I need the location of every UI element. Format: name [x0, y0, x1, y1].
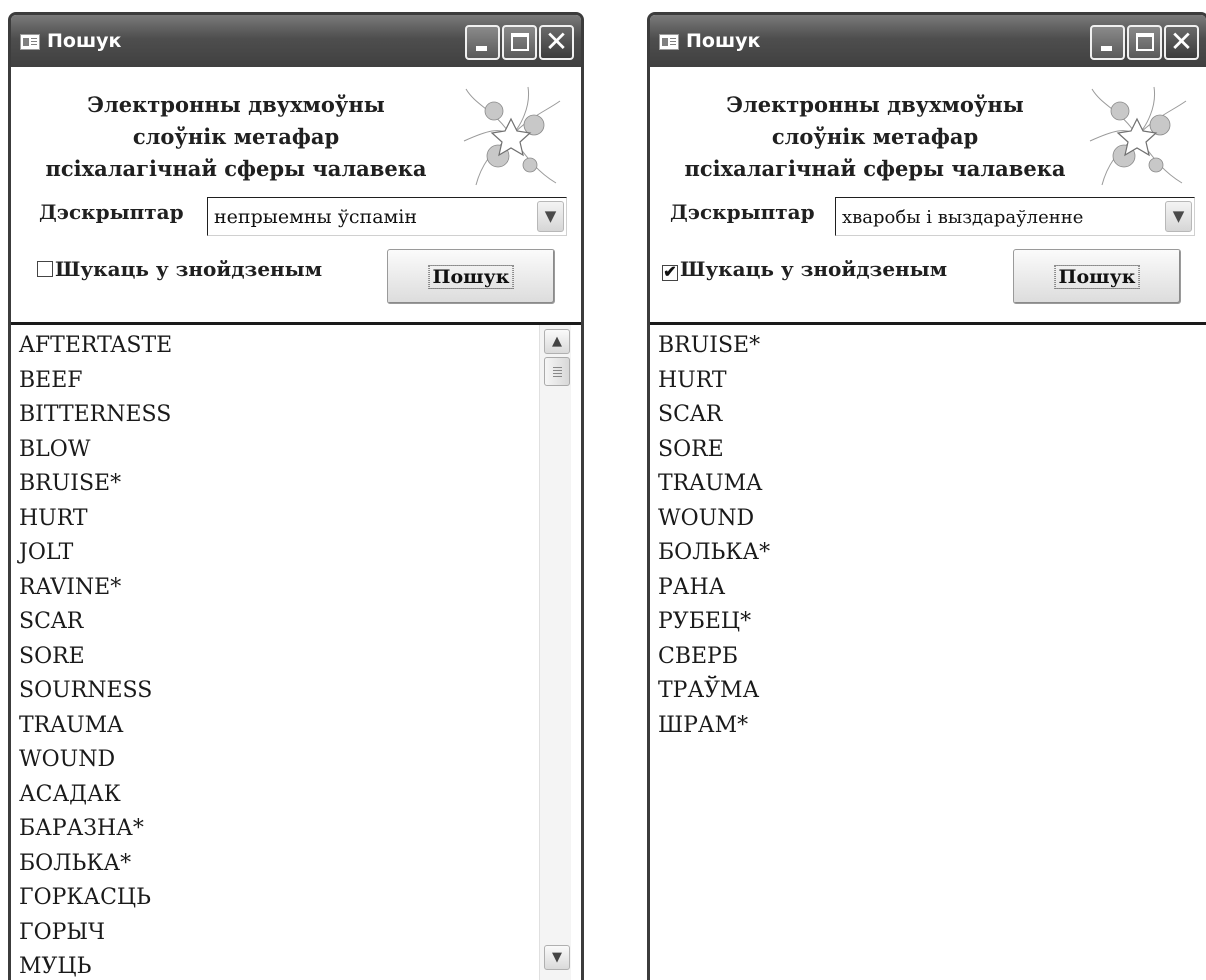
search-window-left: Пошук ✕ Электронны двухмоўны слоўнік мет… — [8, 12, 584, 980]
list-item[interactable]: TRAUMA — [658, 467, 1166, 502]
close-button[interactable]: ✕ — [1164, 25, 1199, 60]
list-item[interactable]: БОЛЬКА* — [19, 847, 541, 882]
chevron-down-icon[interactable]: ▼ — [1165, 201, 1192, 232]
checkbox-box[interactable]: ✔ — [662, 264, 678, 281]
list-item[interactable]: WOUND — [658, 502, 1166, 537]
search-button[interactable]: Пошук — [1013, 249, 1181, 304]
search-within-results-checkbox[interactable]: ✔ Шукаць у знойдзеным — [662, 257, 947, 281]
minimize-button[interactable] — [465, 25, 500, 60]
window-title: Пошук — [47, 30, 122, 52]
descriptor-label: Дэскрыптар — [39, 200, 184, 224]
list-item[interactable]: BITTERNESS — [19, 398, 541, 433]
maximize-button[interactable] — [1127, 25, 1162, 60]
list-item[interactable]: ШРАМ* — [658, 709, 1166, 744]
list-item[interactable]: МУЦЬ — [19, 950, 541, 980]
floral-ornament-icon — [463, 86, 561, 186]
search-button[interactable]: Пошук — [387, 249, 555, 304]
form-icon — [20, 34, 40, 50]
descriptor-dropdown[interactable]: хваробы і выздараўленне ▼ — [835, 197, 1195, 236]
descriptor-value: хваробы і выздараўленне — [842, 207, 1084, 228]
results-list[interactable]: BRUISE* HURT SCAR SORE TRAUMA WOUND БОЛЬ… — [650, 322, 1206, 980]
list-item[interactable]: JOLT — [19, 536, 541, 571]
list-item[interactable]: SOURNESS — [19, 674, 541, 709]
descriptor-label: Дэскрыптар — [670, 200, 815, 224]
list-item[interactable]: БАРАЗНА* — [19, 812, 541, 847]
search-within-results-checkbox[interactable]: Шукаць у знойдзеным — [37, 257, 322, 281]
list-item[interactable]: SCAR — [19, 605, 541, 640]
search-panel: Электронны двухмоўны слоўнік метафар псі… — [650, 67, 1206, 322]
list-item[interactable]: ГОРКАСЦЬ — [19, 881, 541, 916]
list-item[interactable]: RAVINE* — [19, 571, 541, 606]
chevron-down-icon[interactable]: ▼ — [537, 201, 564, 232]
list-item[interactable]: РАНА — [658, 571, 1166, 606]
descriptor-value: непрыемны ўспамін — [214, 206, 418, 228]
heading-line: слоўнік метафар — [132, 124, 340, 149]
list-item[interactable]: WOUND — [19, 743, 541, 778]
search-panel: Электронны двухмоўны слоўнік метафар псі… — [11, 67, 581, 322]
checkbox-box[interactable] — [37, 261, 53, 277]
vertical-scrollbar[interactable]: ▲ ▼ — [539, 325, 571, 980]
dictionary-heading: Электронны двухмоўны слоўнік метафар псі… — [11, 89, 461, 185]
heading-line: слоўнік метафар — [771, 124, 979, 149]
list-item[interactable]: РУБЕЦ* — [658, 605, 1166, 640]
heading-line: псіхалагічнай сферы чалавека — [684, 156, 1066, 181]
list-item[interactable]: BLOW — [19, 433, 541, 468]
list-item[interactable]: TRAUMA — [19, 709, 541, 744]
minimize-icon — [1101, 46, 1112, 51]
list-item[interactable]: BRUISE* — [19, 467, 541, 502]
dictionary-heading: Электронны двухмоўны слоўнік метафар псі… — [650, 89, 1100, 185]
maximize-icon — [511, 33, 529, 51]
list-item[interactable]: SORE — [658, 433, 1166, 468]
list-item[interactable]: HURT — [658, 364, 1166, 399]
list-item[interactable]: ГОРЫЧ — [19, 916, 541, 951]
maximize-button[interactable] — [502, 25, 537, 60]
minimize-icon — [476, 46, 487, 51]
results-list[interactable]: AFTERTASTE BEEF BITTERNESS BLOW BRUISE* … — [11, 322, 581, 980]
floral-ornament-icon — [1089, 86, 1187, 186]
list-item[interactable]: AFTERTASTE — [19, 329, 541, 364]
scroll-down-icon[interactable]: ▼ — [544, 945, 570, 970]
checkbox-label: Шукаць у знойдзеным — [680, 257, 948, 281]
scrollbar-thumb[interactable] — [544, 357, 570, 386]
list-item[interactable]: SCAR — [658, 398, 1166, 433]
form-icon — [659, 34, 679, 50]
search-window-right: Пошук ✕ Электронны двухмоўны слоўнік мет… — [647, 12, 1206, 980]
title-bar[interactable]: Пошук ✕ — [11, 15, 581, 67]
descriptor-dropdown[interactable]: непрыемны ўспамін ▼ — [207, 197, 567, 236]
list-item[interactable]: БОЛЬКА* — [658, 536, 1166, 571]
list-item[interactable]: SORE — [19, 640, 541, 675]
heading-line: Электронны двухмоўны — [87, 92, 385, 117]
maximize-icon — [1136, 33, 1154, 51]
search-button-label: Пошук — [1054, 264, 1140, 289]
heading-line: Электронны двухмоўны — [726, 92, 1024, 117]
checkbox-label: Шукаць у знойдзеным — [55, 257, 323, 281]
list-item[interactable]: СВЕРБ — [658, 640, 1166, 675]
heading-line: псіхалагічнай сферы чалавека — [45, 156, 427, 181]
title-bar[interactable]: Пошук ✕ — [650, 15, 1206, 67]
close-button[interactable]: ✕ — [539, 25, 574, 60]
list-item[interactable]: ТРАЎМА — [658, 674, 1166, 709]
window-title: Пошук — [686, 30, 761, 52]
list-item[interactable]: BEEF — [19, 364, 541, 399]
list-item[interactable]: АСАДАК — [19, 778, 541, 813]
list-item[interactable]: HURT — [19, 502, 541, 537]
close-icon: ✕ — [544, 25, 569, 58]
list-item[interactable]: BRUISE* — [658, 329, 1166, 364]
scroll-up-icon[interactable]: ▲ — [544, 329, 570, 354]
search-button-label: Пошук — [428, 264, 514, 289]
close-icon: ✕ — [1169, 25, 1194, 58]
minimize-button[interactable] — [1090, 25, 1125, 60]
